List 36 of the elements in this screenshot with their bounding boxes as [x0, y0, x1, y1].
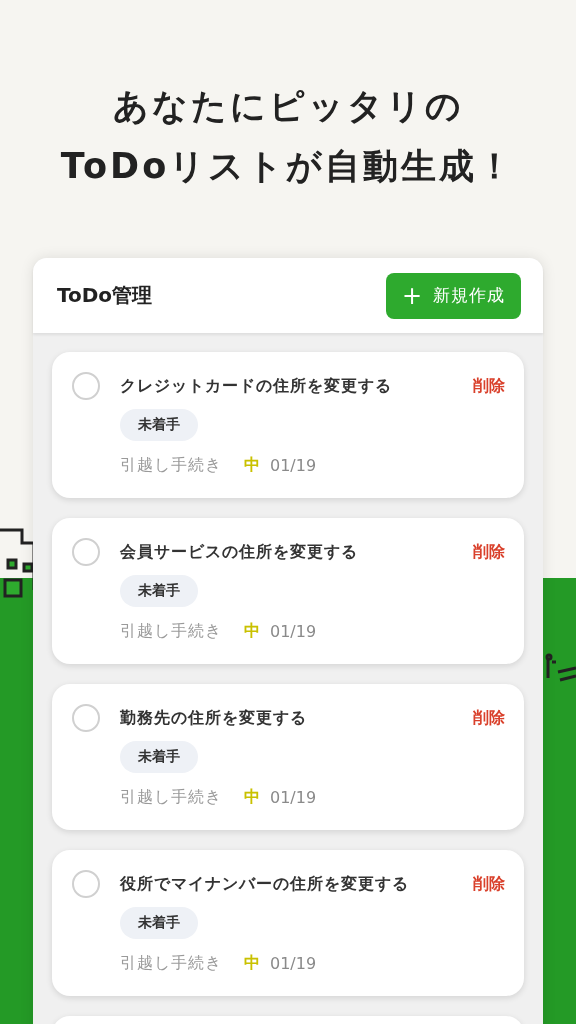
headline: ToDoリストが自動生成！	[59, 145, 517, 188]
task-title: 役所でマイナンバーの住所を変更する	[120, 873, 409, 895]
status-tag: 未着手	[120, 409, 198, 441]
priority-label: 中	[244, 621, 260, 642]
status-tag: 未着手	[120, 907, 198, 939]
panel-title: ToDo管理	[57, 282, 153, 309]
delete-link[interactable]: 削除	[473, 707, 505, 729]
due-date: 01/19	[270, 456, 317, 475]
due-date: 01/19	[270, 788, 317, 807]
category-label: 引越し手続き	[120, 455, 222, 476]
category-label: 引越し手続き	[120, 621, 222, 642]
checkbox[interactable]	[72, 538, 100, 566]
due-date: 01/19	[270, 954, 317, 973]
status-tag: 未着手	[120, 741, 198, 773]
task-card[interactable]: 勤務先の住所を変更する 削除 未着手 引越し手続き 中 01/19	[52, 684, 524, 830]
delete-link[interactable]: 削除	[473, 541, 505, 563]
task-title: 勤務先の住所を変更する	[120, 707, 307, 729]
task-card[interactable]: クレジットカードの住所を変更する 削除 未着手 引越し手続き 中 01/19	[52, 352, 524, 498]
priority-label: 中	[244, 953, 260, 974]
due-date: 01/19	[270, 622, 317, 641]
delete-link[interactable]: 削除	[473, 375, 505, 397]
priority-label: 中	[244, 787, 260, 808]
status-tag: 未着手	[120, 575, 198, 607]
checkbox[interactable]	[72, 372, 100, 400]
category-label: 引越し手続き	[120, 787, 222, 808]
priority-label: 中	[244, 455, 260, 476]
new-button[interactable]: + 新規作成	[385, 272, 521, 319]
task-title: クレジットカードの住所を変更する	[120, 375, 392, 397]
task-card[interactable]: 会員サービスの住所を変更する 削除 未着手 引越し手続き 中 01/19	[52, 518, 524, 664]
headline: あなたにピッタリの	[111, 85, 465, 128]
category-label: 引越し手続き	[120, 953, 222, 974]
checkbox[interactable]	[72, 870, 100, 898]
delete-link[interactable]: 削除	[473, 873, 505, 895]
checkbox[interactable]	[72, 704, 100, 732]
task-title: 会員サービスの住所を変更する	[120, 541, 358, 563]
task-card[interactable]: 役所でマイナンバーの住所を変更する 削除 未着手 引越し手続き 中 01/19	[52, 850, 524, 996]
